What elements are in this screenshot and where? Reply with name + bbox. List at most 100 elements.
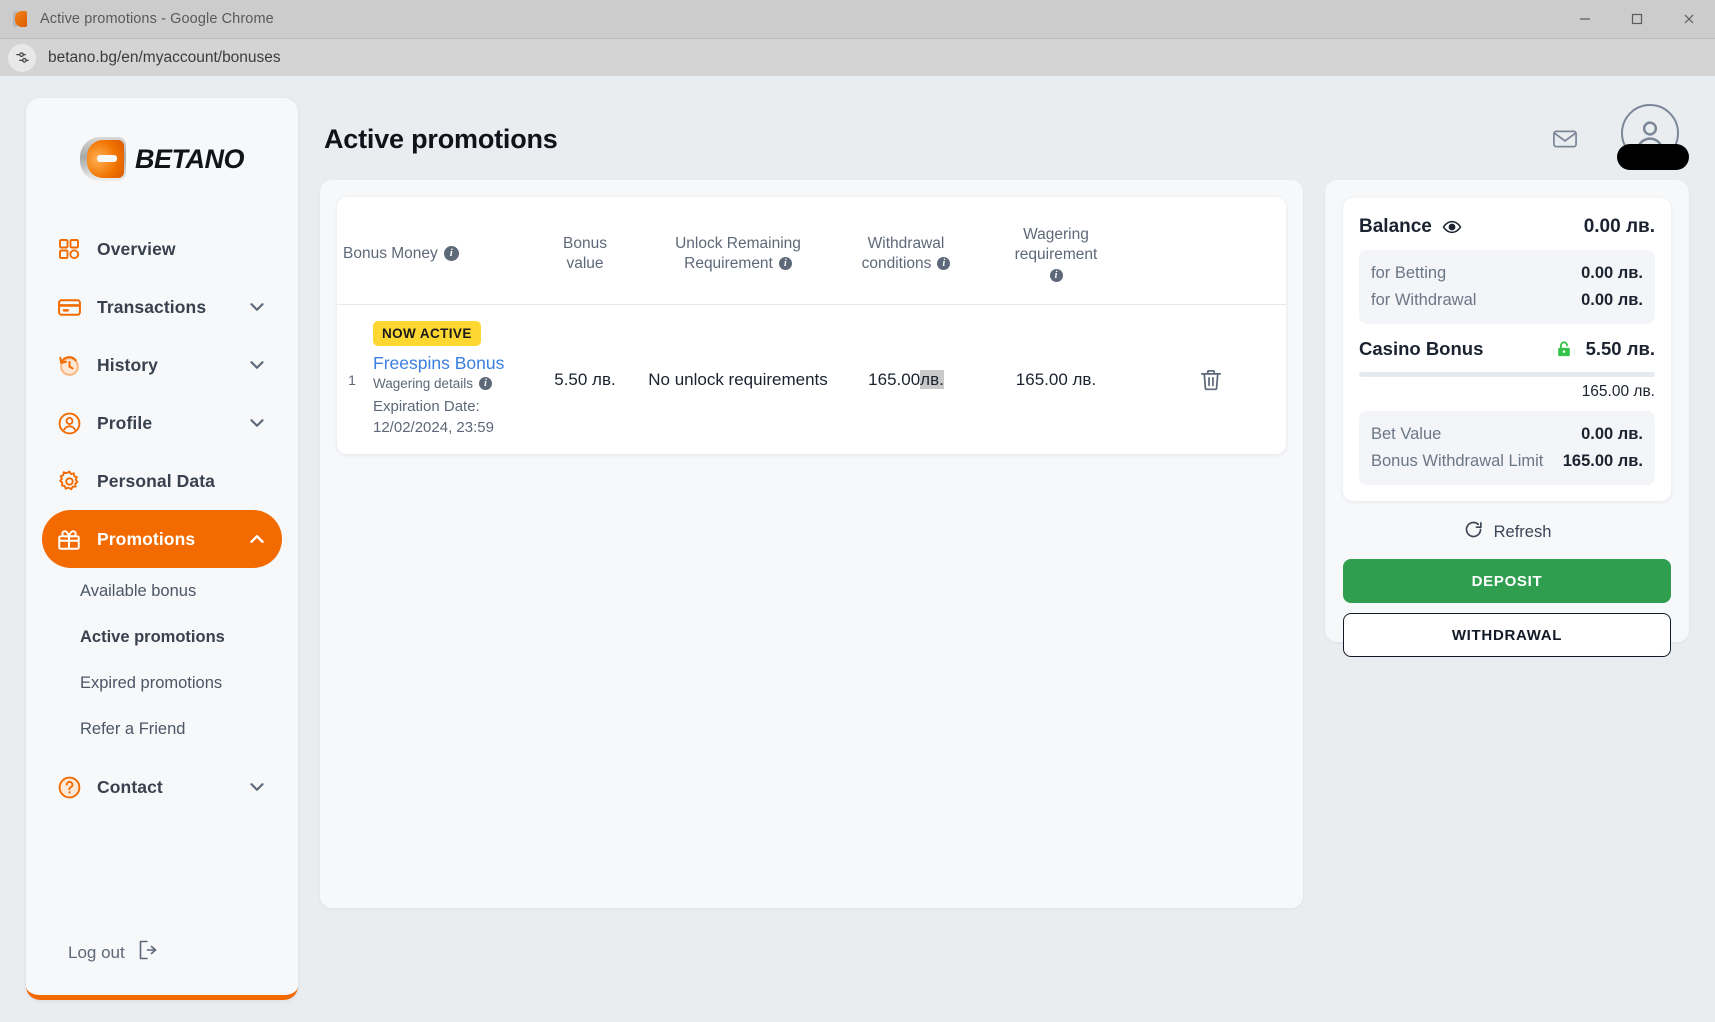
balance-header: Balance 0.00 лв. bbox=[1359, 212, 1655, 250]
info-icon[interactable]: i bbox=[937, 257, 951, 271]
info-icon[interactable]: i bbox=[778, 257, 792, 271]
column-bonus-value: Bonus value bbox=[530, 197, 640, 306]
wagering-details-label: Wagering details bbox=[373, 376, 474, 392]
withdrawal-amount: 165.00 bbox=[868, 369, 921, 389]
gear-icon bbox=[56, 468, 82, 494]
table-row: 1 NOW ACTIVE Freespins Bonus Wagering de… bbox=[337, 305, 1286, 454]
promotions-panel: Bonus Money i Bonus value Unlock Remaini… bbox=[320, 180, 1303, 908]
breakdown-label: for Betting bbox=[1371, 264, 1447, 282]
content-row: Bonus Money i Bonus value Unlock Remaini… bbox=[320, 180, 1689, 1022]
withdrawal-button[interactable]: WITHDRAWAL bbox=[1343, 613, 1671, 657]
sidebar-item-transactions[interactable]: Transactions bbox=[42, 278, 282, 336]
promotions-card: Bonus Money i Bonus value Unlock Remaini… bbox=[337, 197, 1286, 454]
refresh-label: Refresh bbox=[1493, 522, 1552, 541]
promotions-table: Bonus Money i Bonus value Unlock Remaini… bbox=[337, 197, 1286, 454]
maximize-button[interactable] bbox=[1611, 0, 1663, 38]
address-bar-url: betano.bg/en/myaccount/bonuses bbox=[48, 49, 281, 67]
detail-row-bet-value: Bet Value 0.00 лв. bbox=[1371, 421, 1643, 448]
browser-toolbar: betano.bg/en/myaccount/bonuses bbox=[0, 38, 1715, 76]
info-icon[interactable]: i bbox=[1049, 269, 1063, 283]
envelope-icon[interactable] bbox=[1551, 125, 1579, 153]
unlock-icon bbox=[1554, 339, 1574, 359]
cell-actions bbox=[1136, 305, 1286, 454]
page-body: BETANO Overview Transactions History Pro… bbox=[0, 76, 1715, 1022]
casino-bonus-value: 5.50 лв. bbox=[1585, 338, 1655, 359]
column-label-line2: conditions bbox=[861, 254, 932, 272]
sidebar-item-contact[interactable]: Contact bbox=[42, 758, 282, 816]
chevron-down-icon[interactable] bbox=[246, 776, 268, 798]
column-label-line2: requirement bbox=[1014, 246, 1098, 264]
sidebar-label: Contact bbox=[97, 776, 163, 797]
main-content: Active promotions Bonus Money i Bonus va… bbox=[320, 98, 1689, 1022]
sidebar-subitem-available-bonus[interactable]: Available bonus bbox=[42, 568, 282, 614]
sidebar-label: Profile bbox=[97, 412, 153, 433]
bonus-progress-bar bbox=[1359, 372, 1655, 377]
question-icon bbox=[56, 774, 82, 800]
balance-title: Balance bbox=[1359, 216, 1432, 237]
sidebar-item-personal-data[interactable]: Personal Data bbox=[42, 452, 282, 510]
brand-logo[interactable]: BETANO bbox=[26, 98, 298, 220]
cell-wagering-requirement: 165.00 лв. bbox=[1015, 369, 1097, 389]
window-controls bbox=[1559, 0, 1715, 38]
status-badge: NOW ACTIVE bbox=[373, 321, 481, 347]
redacted-username bbox=[1617, 144, 1689, 170]
browser-title-bar: Active promotions - Google Chrome bbox=[0, 0, 1715, 38]
avatar[interactable] bbox=[1617, 104, 1689, 174]
close-button[interactable] bbox=[1663, 0, 1715, 38]
chevron-down-icon[interactable] bbox=[246, 354, 268, 376]
cell-withdrawal-conditions: 165.00лв. bbox=[836, 305, 976, 454]
column-label-line2: Requirement bbox=[684, 254, 773, 272]
detail-label: Bonus Withdrawal Limit bbox=[1371, 452, 1544, 470]
detail-label: Bet Value bbox=[1371, 425, 1442, 443]
column-label-line1: Unlock Remaining bbox=[675, 234, 801, 252]
sidebar-label: Transactions bbox=[97, 296, 207, 317]
url-text[interactable]: betano.bg/en/myaccount/bonuses bbox=[48, 49, 281, 66]
column-actions bbox=[1136, 197, 1286, 306]
site-settings-icon[interactable] bbox=[8, 43, 36, 72]
chevron-down-icon[interactable] bbox=[246, 412, 268, 434]
balance-breakdown: for Betting 0.00 лв. for Withdrawal 0.00… bbox=[1359, 250, 1655, 324]
brand-name: BETANO bbox=[135, 143, 245, 174]
row-bonus-info: NOW ACTIVE Freespins Bonus Wagering deta… bbox=[367, 305, 530, 454]
sidebar-item-profile[interactable]: Profile bbox=[42, 394, 282, 452]
bonus-name-link[interactable]: Freespins Bonus bbox=[373, 353, 524, 374]
card-icon bbox=[56, 294, 82, 320]
sidebar: BETANO Overview Transactions History Pro… bbox=[26, 98, 298, 1000]
column-label-line2: value bbox=[566, 254, 604, 272]
eye-icon[interactable] bbox=[1442, 217, 1462, 237]
sidebar-subitem-expired-promotions[interactable]: Expired promotions bbox=[42, 660, 282, 706]
bonus-progress-max: 165.00 лв. bbox=[1581, 383, 1655, 400]
grid-icon bbox=[56, 236, 82, 262]
deposit-button[interactable]: DEPOSIT bbox=[1343, 559, 1671, 603]
minimize-button[interactable] bbox=[1559, 0, 1611, 38]
column-label: Bonus Money bbox=[343, 244, 438, 262]
balance-total: 0.00 лв. bbox=[1583, 216, 1655, 237]
info-icon[interactable]: i bbox=[479, 377, 493, 391]
withdrawal-currency-selected[interactable]: лв. bbox=[920, 369, 944, 389]
history-icon bbox=[56, 352, 82, 378]
column-unlock-remaining: Unlock Remaining Requirement i bbox=[640, 197, 836, 306]
balance-panel: Balance 0.00 лв. for Betting 0.00 лв. fo… bbox=[1325, 180, 1689, 657]
refresh-button[interactable]: Refresh bbox=[1343, 501, 1671, 559]
breakdown-label: for Withdrawal bbox=[1371, 291, 1477, 309]
sidebar-item-overview[interactable]: Overview bbox=[42, 220, 282, 278]
cell-unlock-requirement: No unlock requirements bbox=[648, 369, 828, 389]
header-actions bbox=[1551, 104, 1689, 174]
sidebar-subitem-refer-a-friend[interactable]: Refer a Friend bbox=[42, 706, 282, 752]
sidebar-item-promotions[interactable]: Promotions bbox=[42, 510, 282, 568]
column-withdrawal-conditions: Withdrawal conditions i bbox=[836, 197, 976, 306]
window-title: Active promotions - Google Chrome bbox=[40, 11, 274, 27]
site-favicon-icon bbox=[12, 10, 30, 28]
wagering-details-link[interactable]: Wagering details i bbox=[373, 376, 524, 391]
chevron-down-icon[interactable] bbox=[246, 296, 268, 318]
sidebar-item-history[interactable]: History bbox=[42, 336, 282, 394]
column-bonus-money: Bonus Money i bbox=[337, 197, 530, 306]
info-icon[interactable]: i bbox=[443, 246, 459, 262]
chevron-up-icon[interactable] bbox=[246, 528, 268, 550]
logout-button[interactable]: Log out bbox=[68, 938, 159, 967]
trash-icon[interactable] bbox=[1142, 367, 1280, 393]
sidebar-subitem-active-promotions[interactable]: Active promotions bbox=[42, 614, 282, 660]
logout-label: Log out bbox=[68, 942, 125, 962]
sidebar-nav: Overview Transactions History Profile Pe… bbox=[26, 220, 298, 816]
logout-icon bbox=[135, 938, 159, 967]
